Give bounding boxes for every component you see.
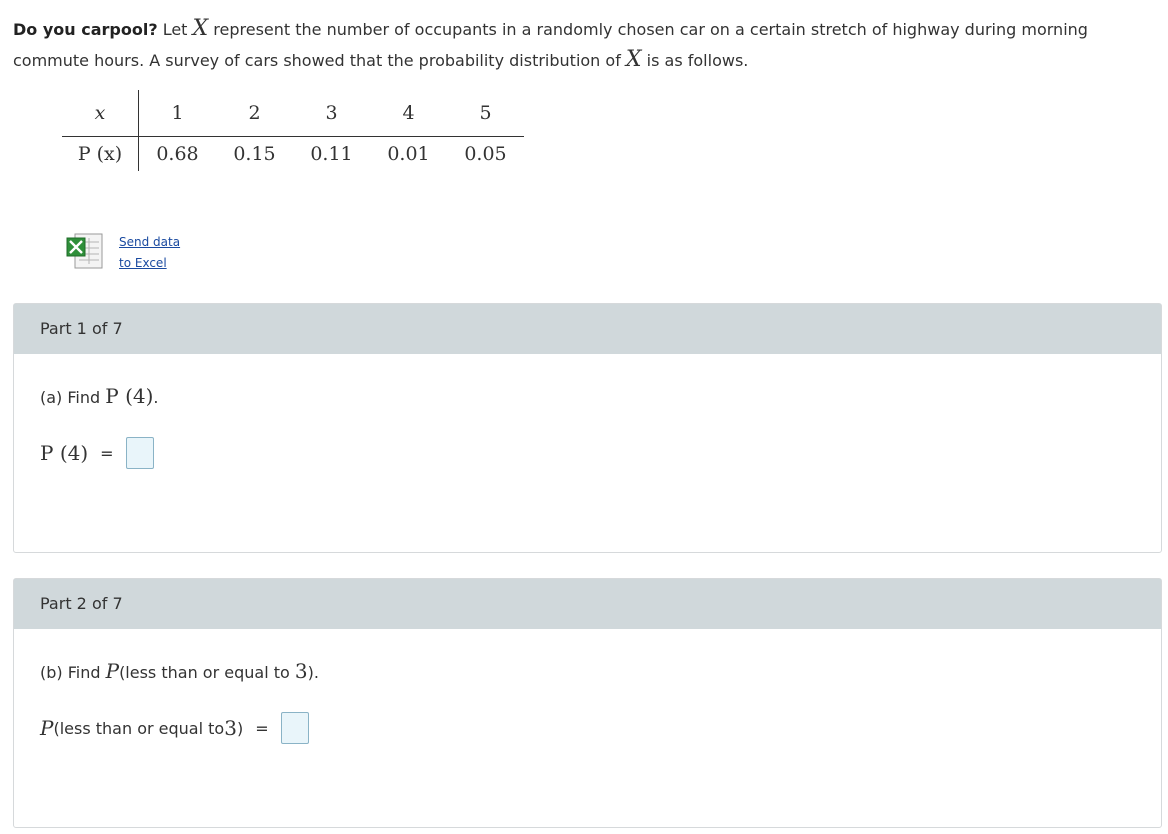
send-data-link[interactable]: Send data <box>119 232 180 253</box>
excel-links: Send data to Excel <box>119 232 180 274</box>
question-number: 3 <box>294 659 308 683</box>
answer-input[interactable] <box>280 712 309 744</box>
x-value: 1 <box>138 90 216 137</box>
answer-close: ) <box>236 718 244 738</box>
problem-statement: Do you carpool? Let X represent the numb… <box>13 14 1153 76</box>
answer-number: 3 <box>224 716 237 740</box>
x-value: 4 <box>370 90 447 137</box>
p-value: 0.05 <box>464 143 507 165</box>
problem-text-3: is as follows. <box>641 51 749 70</box>
question-suffix: . <box>153 388 159 407</box>
part-2-header: Part 2 of 7 <box>14 579 1161 629</box>
p-value: 0.68 <box>156 143 199 165</box>
problem-lead: Do you carpool? <box>13 20 158 39</box>
answer-label: P (4) <box>40 441 89 465</box>
problem-text-1: Let <box>157 20 193 39</box>
part-2-answer-row: P (less than or equal to 3) = <box>40 712 309 744</box>
x-value: 3 <box>293 90 370 137</box>
p-value: 0.15 <box>233 143 276 165</box>
equals-sign: = <box>255 718 269 738</box>
part-1-header: Part 1 of 7 <box>14 304 1161 354</box>
question-prefix: (a) Find <box>40 388 106 407</box>
part-2-panel: Part 2 of 7 (b) Find P(less than or equa… <box>13 578 1162 828</box>
p-header: P (x) <box>62 136 139 171</box>
variable-x: X <box>625 47 642 72</box>
part-1-answer-row: P (4) = <box>40 437 154 469</box>
part-1-panel: Part 1 of 7 (a) Find P (4). P (4) = <box>13 303 1162 553</box>
x-row: x 1 2 3 4 5 <box>62 90 524 137</box>
x-value: 2 <box>216 90 293 137</box>
equals-sign: = <box>100 443 114 463</box>
x-value: 5 <box>447 90 524 137</box>
variable-x: X <box>192 16 209 41</box>
answer-input[interactable] <box>125 437 154 469</box>
excel-spreadsheet-icon[interactable] <box>65 232 105 270</box>
to-excel-link[interactable]: to Excel <box>119 253 180 274</box>
question-suffix: ). <box>307 663 319 682</box>
question-math: P (4) <box>105 384 154 408</box>
probability-distribution-table: x 1 2 3 4 5 P (x) 0.68 0.15 0.11 0.01 0.… <box>62 90 524 171</box>
part-2-question: (b) Find P(less than or equal to 3). <box>40 659 319 683</box>
question-prefix: (b) Find <box>40 663 106 682</box>
send-to-excel[interactable]: Send data to Excel <box>65 232 180 274</box>
answer-mid: (less than or equal to <box>53 718 225 738</box>
x-header: x <box>62 90 139 137</box>
p-value: 0.01 <box>387 143 430 165</box>
p-row: P (x) 0.68 0.15 0.11 0.01 0.05 <box>62 136 524 171</box>
question-mid: (less than or equal to <box>119 663 295 682</box>
p-value: 0.11 <box>310 143 353 165</box>
question-math: P <box>105 659 120 683</box>
part-1-question: (a) Find P (4). <box>40 384 159 408</box>
answer-p: P <box>40 716 54 740</box>
